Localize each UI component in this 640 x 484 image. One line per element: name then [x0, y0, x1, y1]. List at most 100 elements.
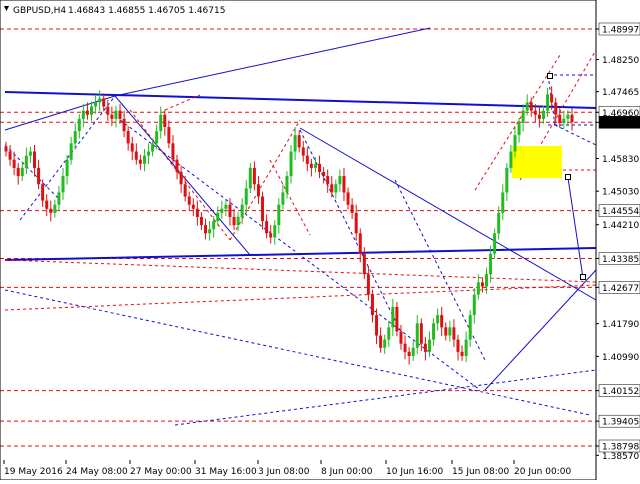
candle-body	[49, 208, 53, 213]
candle-body	[37, 167, 41, 185]
time-axis[interactable]: 19 May 2016 24 May 08:00 27 May 00:00 31 Ma…	[3, 460, 571, 477]
candle-body	[326, 176, 330, 185]
candle-body	[570, 114, 574, 123]
candle-body	[175, 159, 179, 172]
candle-body	[289, 151, 293, 177]
candle-body	[358, 233, 362, 254]
dash-2	[4, 289, 591, 416]
price-chart[interactable]: 1.48997 1.48250 1.47465 1.46960 1.46715 1.458…	[0, 0, 640, 481]
x-tick-label: 19 May 2016	[4, 467, 63, 477]
candle-body	[106, 106, 110, 115]
candle-body	[566, 114, 570, 119]
candle-body	[334, 184, 338, 193]
x-tick-label: 31 May 16:00	[195, 467, 257, 477]
candle-body	[448, 327, 452, 336]
candle-body	[61, 176, 65, 193]
candle-body	[204, 225, 208, 234]
y-tick-label: 1.38570	[602, 452, 639, 462]
candle-body	[90, 106, 94, 115]
candle-body	[138, 159, 142, 164]
candle-body	[460, 351, 464, 356]
plot-border	[0, 0, 597, 481]
candle-body	[12, 159, 16, 168]
red-dash-1	[4, 259, 597, 283]
candle-body	[187, 196, 191, 205]
candle-body	[77, 118, 81, 132]
candle-body	[350, 204, 354, 213]
candle-body	[521, 110, 525, 123]
candle-body	[126, 131, 130, 144]
dash-3	[174, 369, 597, 426]
candle-body	[53, 204, 57, 213]
candle-body	[541, 110, 545, 119]
candle-body	[550, 94, 554, 103]
candle-body	[220, 208, 224, 213]
candle-body	[472, 294, 476, 316]
candle-body	[403, 343, 407, 352]
candle-body	[256, 184, 260, 197]
candle-body	[489, 253, 493, 275]
candle-body	[167, 127, 171, 144]
price-axis[interactable]: 1.489971.482501.474651.469601.467151.458…	[596, 22, 640, 462]
x-tick-label: 10 Jun 16:00	[386, 467, 443, 477]
resistance-line	[4, 91, 597, 109]
candle-body	[529, 102, 533, 111]
projection-line	[567, 177, 584, 279]
candle-body	[509, 151, 513, 168]
candle-body	[94, 102, 98, 107]
candle-body	[212, 221, 216, 230]
candle-body	[24, 155, 28, 168]
candle-body	[383, 339, 387, 348]
candle-body	[387, 327, 391, 340]
candle-body	[505, 167, 509, 193]
candle-body	[318, 163, 322, 172]
x-tick-label: 3 Jun 08:00	[258, 467, 310, 477]
red-dash-4	[229, 119, 301, 241]
candle-body	[427, 339, 431, 352]
chart-header: GBPUSD,H4 1.46843 1.46855 1.46705 1.4671…	[4, 6, 225, 16]
candle-body	[28, 151, 32, 156]
x-tick-label: 27 May 00:00	[130, 467, 192, 477]
candle-body	[342, 176, 346, 193]
candle-body	[476, 282, 480, 295]
y-tick-label: 1.41790	[602, 320, 639, 330]
candle-body	[114, 110, 118, 119]
y-tick-label: 1.47465	[602, 88, 639, 98]
chart-canvas[interactable]: 1.489971.482501.474651.469601.467151.458…	[0, 0, 640, 481]
candle-body	[20, 167, 24, 177]
candle-body	[399, 331, 403, 344]
candle-body	[65, 159, 69, 177]
candle-body	[216, 212, 220, 222]
candle-body	[236, 216, 240, 226]
anchor-point-1	[565, 174, 571, 180]
candle-body	[191, 204, 195, 209]
candle-body	[525, 102, 529, 111]
candle-body	[281, 192, 285, 205]
candle-body	[155, 131, 159, 144]
candle-body	[419, 323, 423, 344]
candle-body	[273, 225, 277, 238]
dash-11	[554, 124, 597, 146]
candle-body	[244, 188, 248, 205]
candle-body	[322, 171, 326, 177]
candle-body	[423, 343, 427, 352]
candle-body	[98, 98, 102, 103]
x-tick-label: 24 May 08:00	[66, 467, 128, 477]
candle-body	[45, 200, 49, 209]
candle-body	[305, 155, 309, 164]
candle-body	[517, 122, 521, 136]
y-tick-label: 1.44210	[602, 221, 639, 231]
triangle-down-icon	[4, 6, 9, 11]
candle-body	[277, 204, 281, 226]
candle-body	[546, 94, 550, 111]
y-tick-label: 1.40152	[602, 387, 639, 397]
candle-body	[452, 327, 456, 340]
candle-body	[33, 151, 37, 168]
candle-body	[375, 315, 379, 336]
candle-body	[391, 306, 395, 328]
candle-body	[468, 315, 472, 340]
candle-body	[248, 167, 252, 189]
candle-body	[501, 192, 505, 213]
candle-body	[297, 135, 301, 148]
candle-body	[415, 323, 419, 348]
